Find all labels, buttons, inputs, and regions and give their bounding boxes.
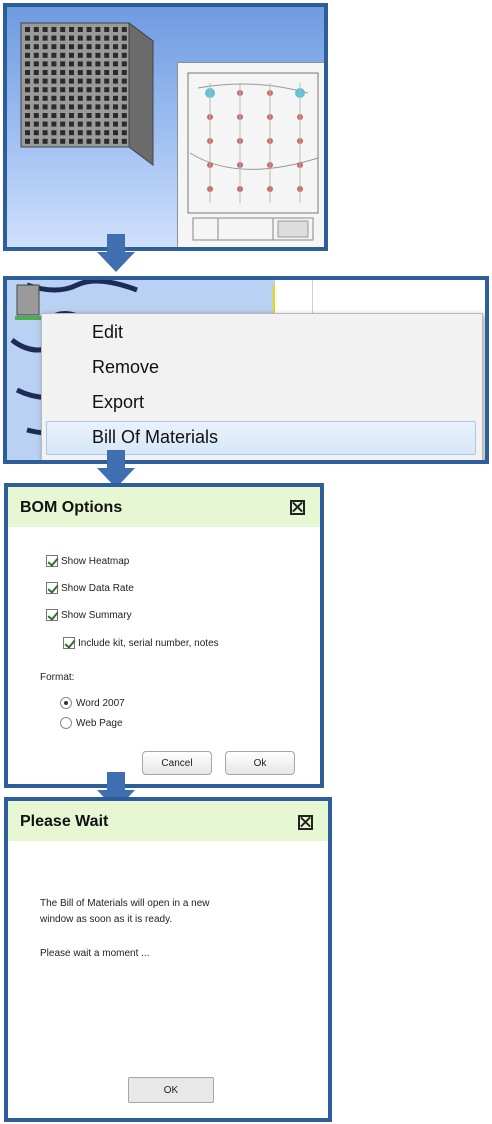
wait-message-line-3: Please wait a moment ... (40, 948, 150, 959)
close-icon[interactable] (298, 815, 313, 830)
checkbox-label: Include kit, serial number, notes (78, 638, 219, 649)
menu-item-export[interactable]: Export (92, 392, 144, 413)
wait-message-line-2: window as soon as it is ready. (40, 914, 173, 925)
checkbox-show-data-rate[interactable] (46, 582, 58, 594)
ok-button[interactable]: Ok (225, 751, 295, 775)
dialog-header: Please Wait (8, 801, 328, 841)
checkbox-show-heatmap[interactable] (46, 555, 58, 567)
radio-web-page[interactable] (60, 717, 72, 729)
wait-message-line-1: The Bill of Materials will open in a new (40, 898, 210, 909)
menu-item-bill-of-materials[interactable]: Bill Of Materials (92, 427, 218, 448)
menu-item-edit[interactable]: Edit (92, 322, 123, 343)
format-label: Format: (40, 672, 75, 683)
radio-word-2007[interactable] (60, 697, 72, 709)
ok-button[interactable]: OK (128, 1077, 214, 1103)
floor-plan-drawing (187, 72, 319, 241)
building-view-panel (3, 3, 328, 251)
close-icon[interactable] (290, 500, 305, 515)
bom-options-dialog: BOM Options Show Heatmap Show Data Rate … (4, 483, 324, 788)
context-menu: Edit Remove Export Bill Of Materials (41, 313, 483, 460)
dialog-title: BOM Options (20, 499, 123, 516)
dialog-title: Please Wait (20, 813, 109, 830)
menu-item-remove[interactable]: Remove (92, 357, 159, 378)
checkbox-label: Show Data Rate (61, 583, 134, 594)
radio-label: Web Page (76, 718, 123, 729)
building-3d-icon (19, 22, 155, 166)
floor-plan-sheet (177, 62, 324, 247)
radio-label: Word 2007 (76, 698, 125, 709)
flow-arrow-icon (97, 234, 135, 272)
checkbox-show-summary[interactable] (46, 609, 58, 621)
checkbox-include-kit[interactable] (63, 637, 75, 649)
dialog-header: BOM Options (8, 487, 320, 527)
please-wait-dialog: Please Wait The Bill of Materials will o… (4, 797, 332, 1122)
context-menu-panel: Edit Remove Export Bill Of Materials (3, 276, 489, 464)
checkbox-label: Show Heatmap (61, 556, 130, 567)
checkbox-label: Show Summary (61, 610, 132, 621)
cancel-button[interactable]: Cancel (142, 751, 212, 775)
